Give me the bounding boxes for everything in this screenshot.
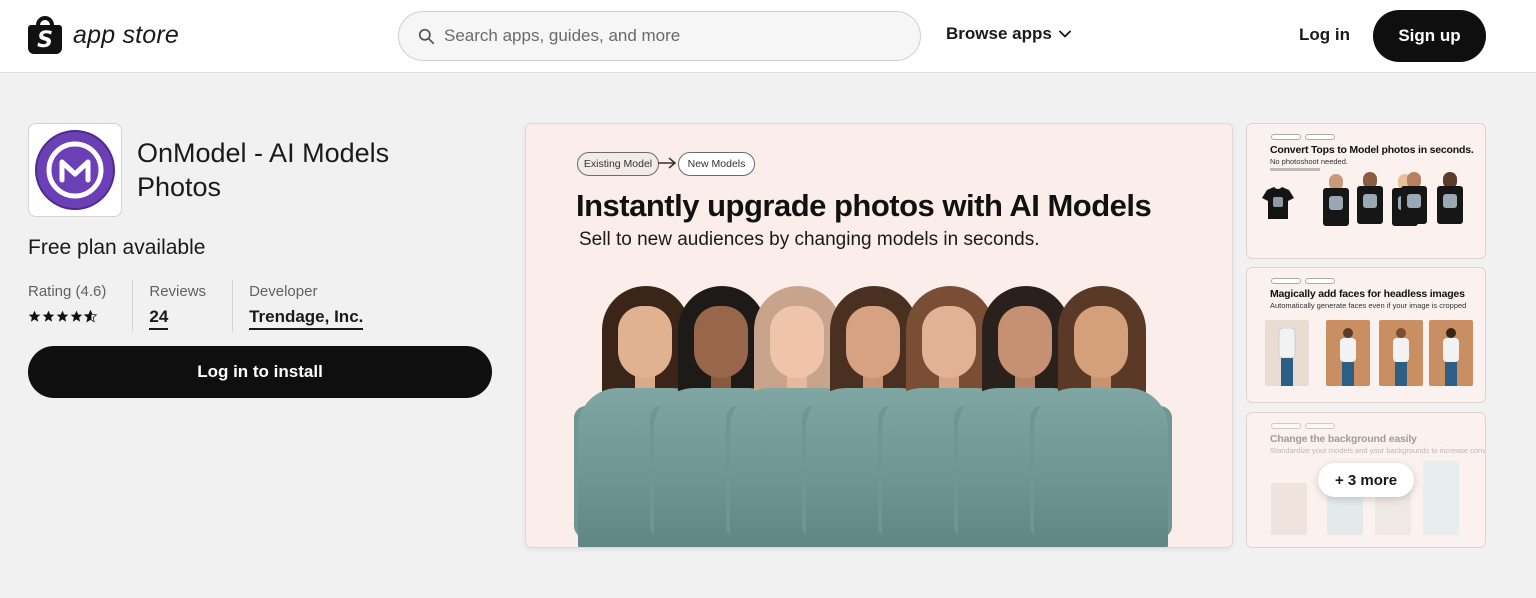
reviews-count-link[interactable]: 24	[149, 306, 169, 330]
thumbnail-subtitle: No photoshoot needed.	[1270, 157, 1348, 166]
search-icon	[418, 28, 435, 45]
rating-stat: Rating (4.6)	[28, 280, 132, 332]
browse-apps-dropdown[interactable]: Browse apps	[946, 24, 1071, 44]
star-full-icon	[42, 310, 55, 322]
reviews-label: Reviews	[149, 283, 207, 300]
sign-up-button[interactable]: Sign up	[1373, 10, 1486, 62]
arrow-right-icon	[658, 157, 677, 169]
hero-subline: Sell to new audiences by changing models…	[579, 229, 1040, 250]
model-tee-image	[1397, 172, 1431, 224]
thumbnail-tags	[1271, 278, 1335, 284]
model-figure	[1028, 284, 1174, 547]
new-models-pill: New Models	[678, 152, 755, 176]
star-half-icon	[84, 310, 97, 323]
model-tee-image	[1433, 172, 1467, 224]
model-tee-image	[1319, 174, 1353, 226]
developer-label: Developer	[249, 283, 318, 300]
generated-face-photo	[1379, 320, 1423, 386]
screenshot-thumbnail-2[interactable]: Magically add faces for headless images …	[1246, 267, 1486, 403]
app-icon	[28, 123, 122, 217]
pricing-text: Free plan available	[28, 236, 206, 259]
log-in-to-install-button[interactable]: Log in to install	[28, 346, 492, 398]
search-input[interactable]	[444, 12, 904, 60]
developer-link[interactable]: Trendage, Inc.	[249, 306, 364, 330]
generated-face-photo	[1326, 320, 1370, 386]
onmodel-logo-icon	[35, 130, 115, 210]
star-full-icon	[70, 310, 83, 322]
browse-apps-label: Browse apps	[946, 24, 1052, 43]
model-lineup-image	[572, 284, 1182, 547]
thumbnail-title: Magically add faces for headless images	[1270, 288, 1465, 300]
star-full-icon	[28, 310, 41, 322]
shopify-app-store-logo[interactable]: S app store	[28, 16, 179, 54]
screenshot-thumbnail-1[interactable]: Convert Tops to Model photos in seconds.…	[1246, 123, 1486, 259]
developer-stat: Developer Trendage, Inc.	[232, 280, 389, 332]
logo-text: app store	[73, 20, 180, 49]
chevron-down-icon	[1058, 30, 1071, 38]
log-in-link[interactable]: Log in	[1299, 25, 1350, 45]
shopify-bag-icon: S	[28, 16, 62, 54]
main-screenshot[interactable]: Existing Model New Models Instantly upgr…	[525, 123, 1233, 548]
reviews-stat: Reviews 24	[132, 280, 232, 332]
thumbnail-fine-print	[1270, 168, 1320, 171]
existing-model-pill: Existing Model	[577, 152, 659, 176]
top-navigation-bar: S app store Browse apps Log in Sign up	[0, 0, 1536, 73]
thumbnail-title: Convert Tops to Model photos in seconds.	[1270, 144, 1474, 156]
model-tee-image	[1353, 172, 1387, 224]
rating-label: Rating (4.6)	[28, 283, 107, 300]
more-screenshots-button[interactable]: + 3 more	[1318, 463, 1414, 497]
generated-face-photo	[1429, 320, 1473, 386]
search-bar[interactable]	[398, 11, 921, 61]
app-title: OnModel - AI Models Photos	[137, 138, 390, 202]
app-stats: Rating (4.6) Reviews 24 Developer Trenda…	[28, 280, 389, 332]
headless-photo	[1265, 320, 1309, 386]
rating-stars	[28, 310, 106, 323]
star-full-icon	[56, 310, 69, 322]
hero-headline: Instantly upgrade photos with AI Models	[576, 188, 1152, 223]
flat-tshirt-image	[1262, 187, 1294, 219]
thumbnail-subtitle: Automatically generate faces even if you…	[1270, 301, 1467, 310]
thumbnail-tags	[1271, 134, 1335, 140]
